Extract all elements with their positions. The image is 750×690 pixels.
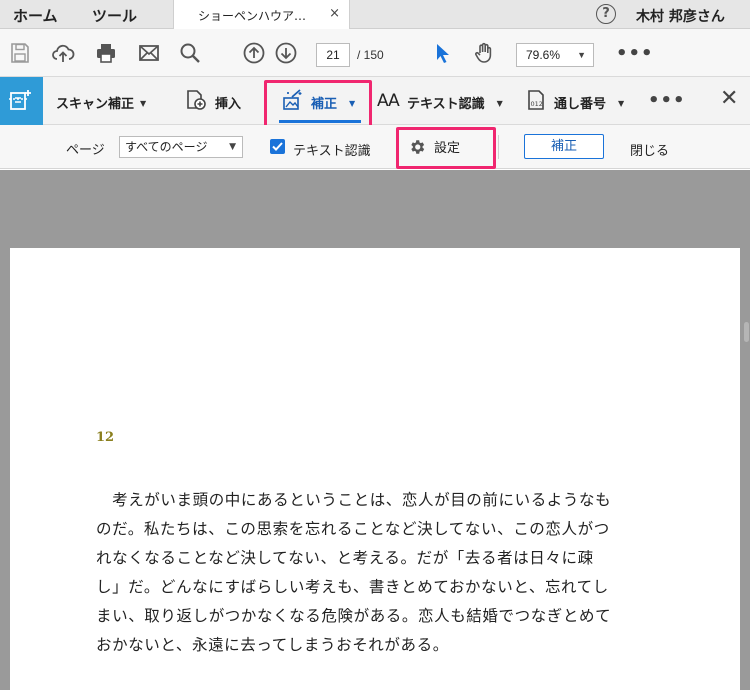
text-recognition-checkbox[interactable] bbox=[270, 139, 285, 154]
page-number: 12 bbox=[96, 430, 115, 445]
check-icon bbox=[272, 142, 283, 151]
print-icon[interactable] bbox=[94, 41, 118, 65]
scan-tool-icon bbox=[0, 77, 43, 125]
help-icon[interactable]: ? bbox=[596, 4, 616, 24]
chevron-down-icon: ▼ bbox=[618, 99, 625, 108]
zoom-value: 79.6% bbox=[526, 48, 561, 62]
chevron-down-icon: ▼ bbox=[349, 99, 356, 108]
text-line: のだ。私たちは、この思索を忘れることなど決してない、この恋人がつ bbox=[96, 520, 610, 538]
tab-document[interactable]: ショーペンハウア… × bbox=[173, 0, 350, 29]
scan-correct-label: スキャン補正 bbox=[56, 97, 135, 112]
page-range-select[interactable]: すべてのページ ▼ bbox=[119, 136, 243, 158]
text-line: おかないと、永遠に去ってしまうおそれがある。 bbox=[96, 636, 449, 654]
bates-number-label: 通し番号 bbox=[554, 97, 607, 112]
bates-number-menu[interactable]: 通し番号 ▼ bbox=[554, 93, 624, 112]
correct-menu-label: 補正 bbox=[311, 97, 338, 112]
insert-menu[interactable]: 挿入 bbox=[215, 93, 241, 112]
upload-icon[interactable] bbox=[51, 41, 75, 65]
document-body-text: 考えがいま頭の中にあるということは、恋人が目の前にいるようなも のだ。私たちは、… bbox=[96, 486, 656, 660]
text-line: れなくなることなど決してない、と考える。だが「去る者は日々に疎 bbox=[96, 549, 594, 567]
page-range-value: すべてのページ bbox=[125, 140, 208, 154]
chevron-down-icon: ▼ bbox=[577, 50, 586, 60]
mail-icon[interactable] bbox=[137, 41, 161, 65]
text-recognition-label: テキスト認識 bbox=[407, 97, 485, 112]
enhance-icon bbox=[282, 89, 304, 111]
close-options-button[interactable]: 閉じる bbox=[630, 140, 669, 159]
page-label: ページ bbox=[66, 143, 105, 158]
text-line: 考えがいま頭の中にあるということは、恋人が目の前にいるようなも bbox=[96, 491, 612, 509]
svg-text:012: 012 bbox=[531, 100, 543, 108]
tab-home[interactable]: ホーム bbox=[13, 5, 58, 26]
more-tools-icon[interactable]: ••• bbox=[616, 43, 654, 64]
chevron-down-icon: ▼ bbox=[229, 142, 236, 152]
document-tab-title: ショーペンハウア… bbox=[198, 9, 307, 23]
divider bbox=[498, 135, 499, 159]
settings-label: 設定 bbox=[434, 141, 461, 156]
scan-correct-menu[interactable]: スキャン補正 ▼ bbox=[56, 93, 146, 112]
apply-correct-button[interactable]: 補正 bbox=[524, 134, 604, 159]
vertical-scrollbar[interactable] bbox=[744, 322, 749, 342]
active-tool-underline bbox=[279, 120, 361, 123]
chevron-down-icon: ▼ bbox=[496, 99, 503, 108]
page-total-label: / 150 bbox=[357, 48, 384, 62]
settings-button[interactable]: 設定 bbox=[408, 137, 460, 156]
text-recognition-checkbox-label: テキスト認識 bbox=[293, 144, 371, 159]
zoom-select[interactable]: 79.6% ▼ bbox=[516, 43, 594, 67]
select-cursor-icon[interactable] bbox=[431, 41, 455, 65]
hand-icon[interactable] bbox=[472, 41, 496, 65]
user-account-menu[interactable]: 木村 邦彦さん bbox=[636, 6, 725, 26]
text-line: まい、取り返しがつかなくなる危険がある。恋人も結婚でつなぎとめて bbox=[96, 607, 612, 625]
text-recognition-icon: AA bbox=[377, 91, 400, 111]
page-down-icon[interactable] bbox=[274, 41, 298, 65]
text-recognition-menu[interactable]: テキスト認識 ▼ bbox=[407, 93, 503, 112]
scan-more-icon[interactable]: ••• bbox=[648, 90, 686, 111]
bates-number-icon: 012 bbox=[526, 89, 548, 111]
close-tab-icon[interactable]: × bbox=[329, 6, 340, 21]
close-scan-toolbar-icon[interactable]: ✕ bbox=[720, 86, 738, 111]
insert-page-icon bbox=[185, 89, 207, 111]
page-number-input[interactable]: 21 bbox=[316, 43, 350, 67]
tab-tools[interactable]: ツール bbox=[92, 5, 137, 26]
chevron-down-icon: ▼ bbox=[140, 99, 147, 108]
save-icon[interactable] bbox=[8, 41, 32, 65]
tab-bar: ホーム ツール ショーペンハウア… × ? 木村 邦彦さん bbox=[0, 0, 750, 29]
correct-menu[interactable]: 補正 ▼ bbox=[311, 93, 355, 112]
text-line: し」だ。どんなにすばらしい考えも、書きとめておかないと、忘れてし bbox=[96, 578, 609, 596]
search-icon[interactable] bbox=[178, 41, 202, 65]
page-up-icon[interactable] bbox=[242, 41, 266, 65]
gear-icon bbox=[411, 140, 425, 154]
